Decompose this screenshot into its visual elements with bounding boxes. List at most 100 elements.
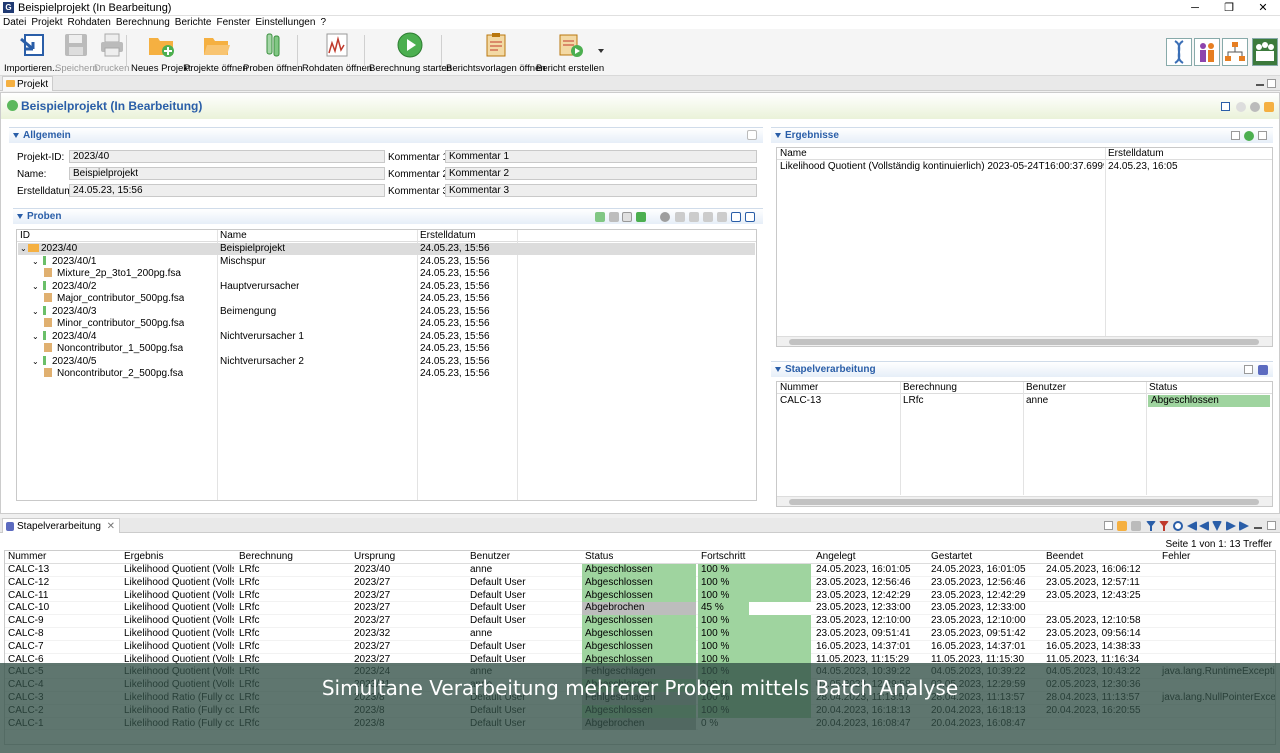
project-id-field[interactable]: 2023/40 xyxy=(69,150,385,163)
table-row[interactable]: CALC-8 Likelihood Quotient (Vollstän LRfc 2… xyxy=(5,628,1275,641)
col-date[interactable]: Erstelldatum xyxy=(420,230,476,242)
tree-row[interactable]: Mixture_2p_3to1_200pg.fsa 24.05.23, 15:56 xyxy=(18,268,755,280)
perspective-tree-button[interactable] xyxy=(1222,38,1248,66)
column-header[interactable]: Benutzer xyxy=(467,551,580,564)
open-report-templates-button[interactable]: Berichtsvorlagen öffnen xyxy=(446,31,546,74)
menu-datei[interactable]: Datei xyxy=(0,16,28,29)
section-stapelverarbeitung[interactable]: Stapelverarbeitung xyxy=(771,361,1273,377)
tree-row[interactable]: ⌄ 2023/40/2 Hauptverursacher 24.05.23, 15:5… xyxy=(18,280,755,293)
chart-icon[interactable] xyxy=(703,212,713,222)
column-header[interactable]: Fortschritt xyxy=(698,551,811,564)
table-row[interactable]: CALC-13 Likelihood Quotient (Vollstän LRfc… xyxy=(5,564,1275,577)
table-row[interactable]: CALC-12 Likelihood Quotient (Vollstän LRfc… xyxy=(5,576,1275,590)
column-header[interactable]: Berechnung xyxy=(236,551,349,564)
perspective-dna-button[interactable] xyxy=(1166,38,1192,66)
comment3-field[interactable]: Kommentar 3 xyxy=(445,184,757,197)
column-header[interactable]: Gestartet xyxy=(928,551,1041,564)
section-ergebnisse[interactable]: Ergebnisse xyxy=(771,127,1273,143)
column-header[interactable]: Ursprung xyxy=(351,551,465,564)
section-proben[interactable]: Proben xyxy=(13,208,763,224)
stop-icon[interactable] xyxy=(1131,521,1141,531)
grid2-icon[interactable] xyxy=(689,212,699,222)
filter-icon[interactable] xyxy=(1146,521,1156,531)
menu-berichte[interactable]: Berichte xyxy=(172,16,214,29)
tree-row[interactable]: ⌄ 2023/40/4 Nichtverursacher 1 24.05.23, 15… xyxy=(18,330,755,343)
menu-projekt[interactable]: Projekt xyxy=(28,16,64,29)
new-project-button[interactable]: Neues Projekt xyxy=(131,31,191,74)
minimize-view-icon[interactable] xyxy=(1256,84,1264,86)
next-page-icon[interactable] xyxy=(1226,521,1236,531)
horizontal-scrollbar[interactable] xyxy=(777,336,1272,346)
last-page-icon[interactable] xyxy=(1239,521,1249,531)
comment2-field[interactable]: Kommentar 2 xyxy=(445,167,757,180)
external-link-icon[interactable] xyxy=(1221,102,1230,111)
menu-einstellungen[interactable]: Einstellungen xyxy=(252,16,317,29)
create-report-button[interactable]: Bericht erstellen xyxy=(536,31,604,74)
add-tube-icon[interactable] xyxy=(636,212,646,222)
add-sample-icon[interactable] xyxy=(595,212,605,222)
column-header[interactable]: Fehler xyxy=(1159,551,1275,564)
expand-chevron-icon[interactable]: ⌄ xyxy=(32,256,40,268)
maximize-view-icon[interactable] xyxy=(1267,521,1276,530)
save-button[interactable]: Speichern xyxy=(55,31,98,74)
close-tab-icon[interactable]: ✕ xyxy=(107,519,115,534)
table-row[interactable]: CALC-10 Likelihood Quotient (Vollstän LRfc… xyxy=(5,602,1275,616)
expand-chevron-icon[interactable]: ⌄ xyxy=(32,331,40,343)
circle-gray-icon[interactable] xyxy=(1236,102,1246,112)
tree-row[interactable]: ⌄ 2023/40/3 Beimengung 24.05.23, 15:56 xyxy=(18,305,755,318)
collapse-icon[interactable] xyxy=(717,212,727,222)
col-nummer[interactable]: Nummer xyxy=(780,382,818,394)
tree-row[interactable]: ⌄ 2023/40 Beispielprojekt 24.05.23, 15:56 xyxy=(18,243,755,255)
edit-note-icon[interactable] xyxy=(747,130,757,140)
tree-row[interactable]: Noncontributor_2_500pg.fsa 24.05.23, 15:5… xyxy=(18,368,755,380)
tree-row[interactable]: ⌄ 2023/40/5 Nichtverursacher 2 24.05.23, 15… xyxy=(18,355,755,368)
tab-stapelverarbeitung[interactable]: Stapelverarbeitung ✕ xyxy=(2,518,120,533)
folder-icon[interactable] xyxy=(1117,521,1127,531)
tree-row[interactable]: Major_contributor_500pg.fsa 24.05.23, 15:… xyxy=(18,293,755,305)
open-rawdata-button[interactable]: Rohdaten öffnen xyxy=(302,31,372,74)
minimize-view-icon[interactable] xyxy=(1254,527,1262,529)
menu-help[interactable]: ? xyxy=(317,16,328,29)
col-name[interactable]: Name xyxy=(220,230,247,242)
horizontal-scrollbar[interactable] xyxy=(777,496,1272,506)
col-name[interactable]: Name xyxy=(780,148,807,160)
column-header[interactable]: Nummer xyxy=(5,551,119,564)
column-header[interactable]: Angelegt xyxy=(813,551,926,564)
document-icon[interactable] xyxy=(1104,521,1113,530)
import-button[interactable]: Importieren... xyxy=(4,31,60,74)
col-date[interactable]: Erstelldatum xyxy=(1108,148,1164,160)
refresh-icon[interactable] xyxy=(1173,521,1183,531)
export-icon[interactable] xyxy=(731,212,741,222)
table-row[interactable]: Likelihood Quotient (Vollständig kontinu… xyxy=(778,161,1271,173)
dropdown-arrow-icon[interactable] xyxy=(598,49,604,53)
tree-row[interactable]: ⌄ 2023/40/1 Mischspur 24.05.23, 15:56 xyxy=(18,255,755,268)
created-date-field[interactable]: 24.05.23, 15:56 xyxy=(69,184,385,197)
menu-rohdaten[interactable]: Rohdaten xyxy=(64,16,112,29)
tab-projekt[interactable]: Projekt xyxy=(2,76,54,91)
perspective-people-button[interactable] xyxy=(1194,38,1220,66)
open-projects-button[interactable]: Projekte öffnen xyxy=(184,31,248,74)
expand-chevron-icon[interactable]: ⌄ xyxy=(32,306,40,318)
table-row[interactable]: CALC-11 Likelihood Quotient (Vollstän LRfc… xyxy=(5,589,1275,603)
table-row[interactable]: CALC-13 LRfc anne Abgeschlossen xyxy=(778,395,1271,407)
remove-icon[interactable] xyxy=(660,212,670,222)
col-id[interactable]: ID xyxy=(20,230,30,242)
expand-chevron-icon[interactable]: ⌄ xyxy=(20,243,28,255)
menu-fenster[interactable]: Fenster xyxy=(213,16,252,29)
clear-filter-icon[interactable] xyxy=(1159,521,1169,531)
perspective-group-button[interactable] xyxy=(1252,38,1278,66)
import-sample-icon[interactable] xyxy=(609,212,619,222)
maximize-view-icon[interactable] xyxy=(1267,79,1276,88)
open-external-icon[interactable] xyxy=(745,212,755,222)
folder-icon[interactable] xyxy=(1264,102,1274,112)
table-row[interactable]: CALC-9 Likelihood Quotient (Vollstän LRfc 2… xyxy=(5,615,1275,628)
expand-chevron-icon[interactable]: ⌄ xyxy=(32,281,40,293)
report-icon[interactable] xyxy=(1258,131,1267,140)
tree-row[interactable]: Minor_contributor_500pg.fsa 24.05.23, 15:… xyxy=(18,318,755,330)
maximize-button[interactable]: ❐ xyxy=(1212,0,1246,16)
circle-dark-icon[interactable] xyxy=(1250,102,1260,112)
previous-page-icon[interactable] xyxy=(1199,521,1209,531)
col-status[interactable]: Status xyxy=(1149,382,1177,394)
print-button[interactable]: Drucken xyxy=(94,31,129,74)
column-header[interactable]: Ergebnis xyxy=(121,551,234,564)
